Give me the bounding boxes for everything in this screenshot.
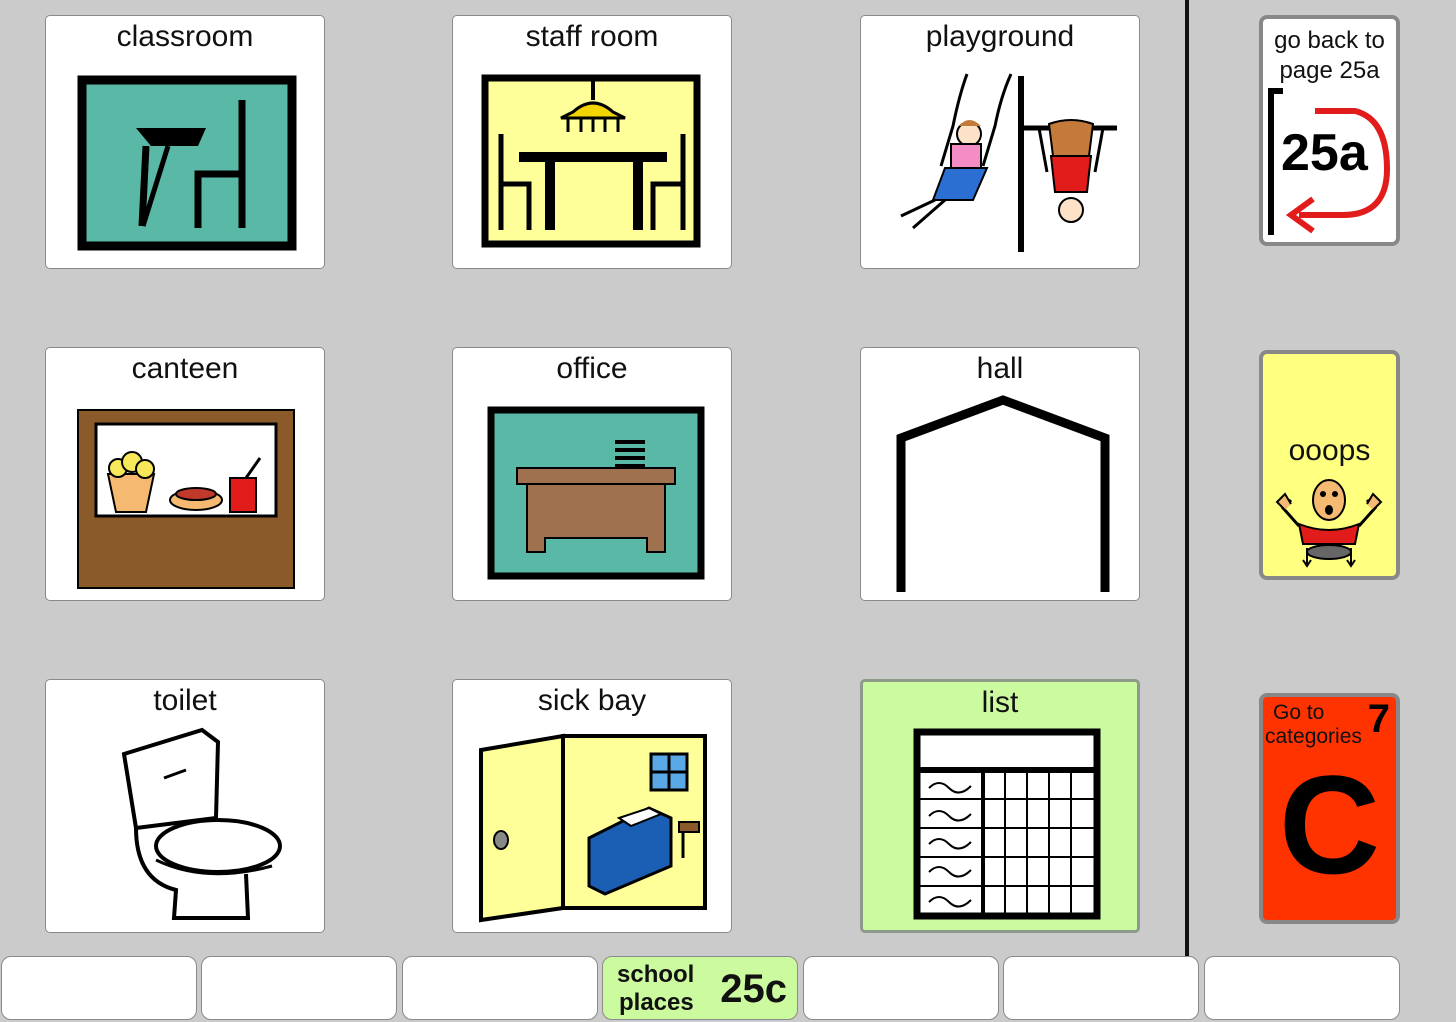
oops-person-icon	[1275, 479, 1383, 568]
bottom-slot-3[interactable]	[402, 956, 598, 1020]
categories-line1: Go to	[1273, 701, 1325, 724]
grid-cell-office[interactable]: office	[452, 347, 732, 601]
playground-icon	[900, 73, 1117, 252]
page-number: 25c	[720, 967, 787, 1011]
grid-cell-canteen[interactable]: canteen	[45, 347, 325, 601]
classroom-icon	[77, 75, 297, 251]
bottom-slot-1[interactable]	[1, 956, 197, 1020]
go-back-page: 25a	[1281, 124, 1368, 182]
grid-cell-toilet[interactable]: toilet	[45, 679, 325, 933]
grid-cell-hall[interactable]: hall	[860, 347, 1140, 601]
grid-cell-classroom[interactable]: classroom	[45, 15, 325, 269]
bottom-slot-7[interactable]	[1204, 956, 1400, 1020]
canteen-icon	[77, 409, 295, 589]
grid-cell-staff-room[interactable]: staff room	[452, 15, 732, 269]
list-icon	[913, 728, 1101, 920]
school-places-page-button[interactable]: school places 25c	[602, 956, 798, 1020]
vertical-divider	[1185, 0, 1189, 956]
page-name-line1: school	[617, 961, 695, 988]
oops-button[interactable]: ooops	[1259, 350, 1400, 580]
hall-icon	[896, 395, 1110, 592]
bottom-slot-2[interactable]	[201, 956, 397, 1020]
page-name-line2: places	[619, 989, 694, 1016]
grid-cell-playground[interactable]: playground	[860, 15, 1140, 269]
bottom-slot-5[interactable]	[803, 956, 999, 1020]
office-icon	[487, 406, 705, 580]
categories-letter: C	[1278, 746, 1381, 903]
categories-number: 7	[1367, 697, 1390, 741]
go-to-categories-button[interactable]: Go to categories 7 C	[1259, 693, 1400, 924]
sick-bay-icon	[479, 733, 707, 923]
bottom-slot-6[interactable]	[1003, 956, 1199, 1020]
grid-cell-sick-bay[interactable]: sick bay	[452, 679, 732, 933]
staff-room-icon	[481, 74, 701, 248]
grid-cell-list[interactable]: list	[860, 679, 1140, 933]
go-back-button[interactable]: go back to page 25a 25a	[1259, 15, 1400, 246]
toilet-icon	[121, 727, 282, 920]
